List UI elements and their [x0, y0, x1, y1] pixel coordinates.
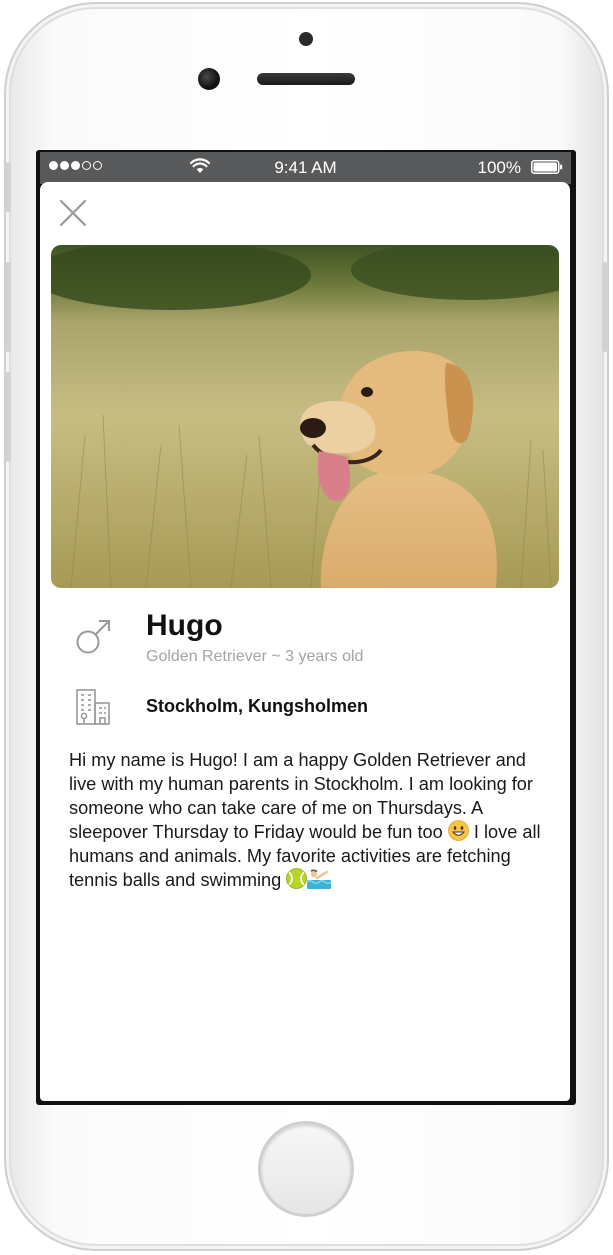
pet-breed-age: Golden Retriever ~ 3 years old — [146, 648, 364, 665]
home-button[interactable] — [258, 1121, 354, 1217]
pet-location: Stockholm, Kungsholmen — [146, 696, 369, 716]
battery-icon — [531, 160, 563, 174]
pet-name: Hugo — [146, 609, 223, 642]
mute-switch — [6, 162, 11, 212]
front-camera — [198, 68, 220, 90]
dog-photo — [51, 245, 559, 588]
close-icon[interactable] — [58, 198, 88, 228]
building-icon — [76, 689, 110, 725]
male-symbol-icon — [76, 620, 110, 654]
pet-bio: Hi my name is Hugo! I am a happy Golden … — [69, 748, 549, 892]
volume-down-button — [6, 372, 11, 462]
tennis-ball-emoji — [286, 868, 308, 889]
battery-percent: 100% — [477, 158, 521, 177]
profile-card: Hugo Golden Retriever ~ 3 years old Stoc… — [40, 182, 570, 1101]
power-button — [602, 262, 607, 352]
grinning-face-emoji — [447, 820, 469, 841]
swimmer-emoji — [307, 869, 332, 889]
volume-up-button — [6, 262, 11, 352]
proximity-sensor — [299, 32, 313, 46]
status-bar: 9:41 AM 100% — [40, 152, 571, 184]
earpiece-speaker — [257, 73, 355, 85]
